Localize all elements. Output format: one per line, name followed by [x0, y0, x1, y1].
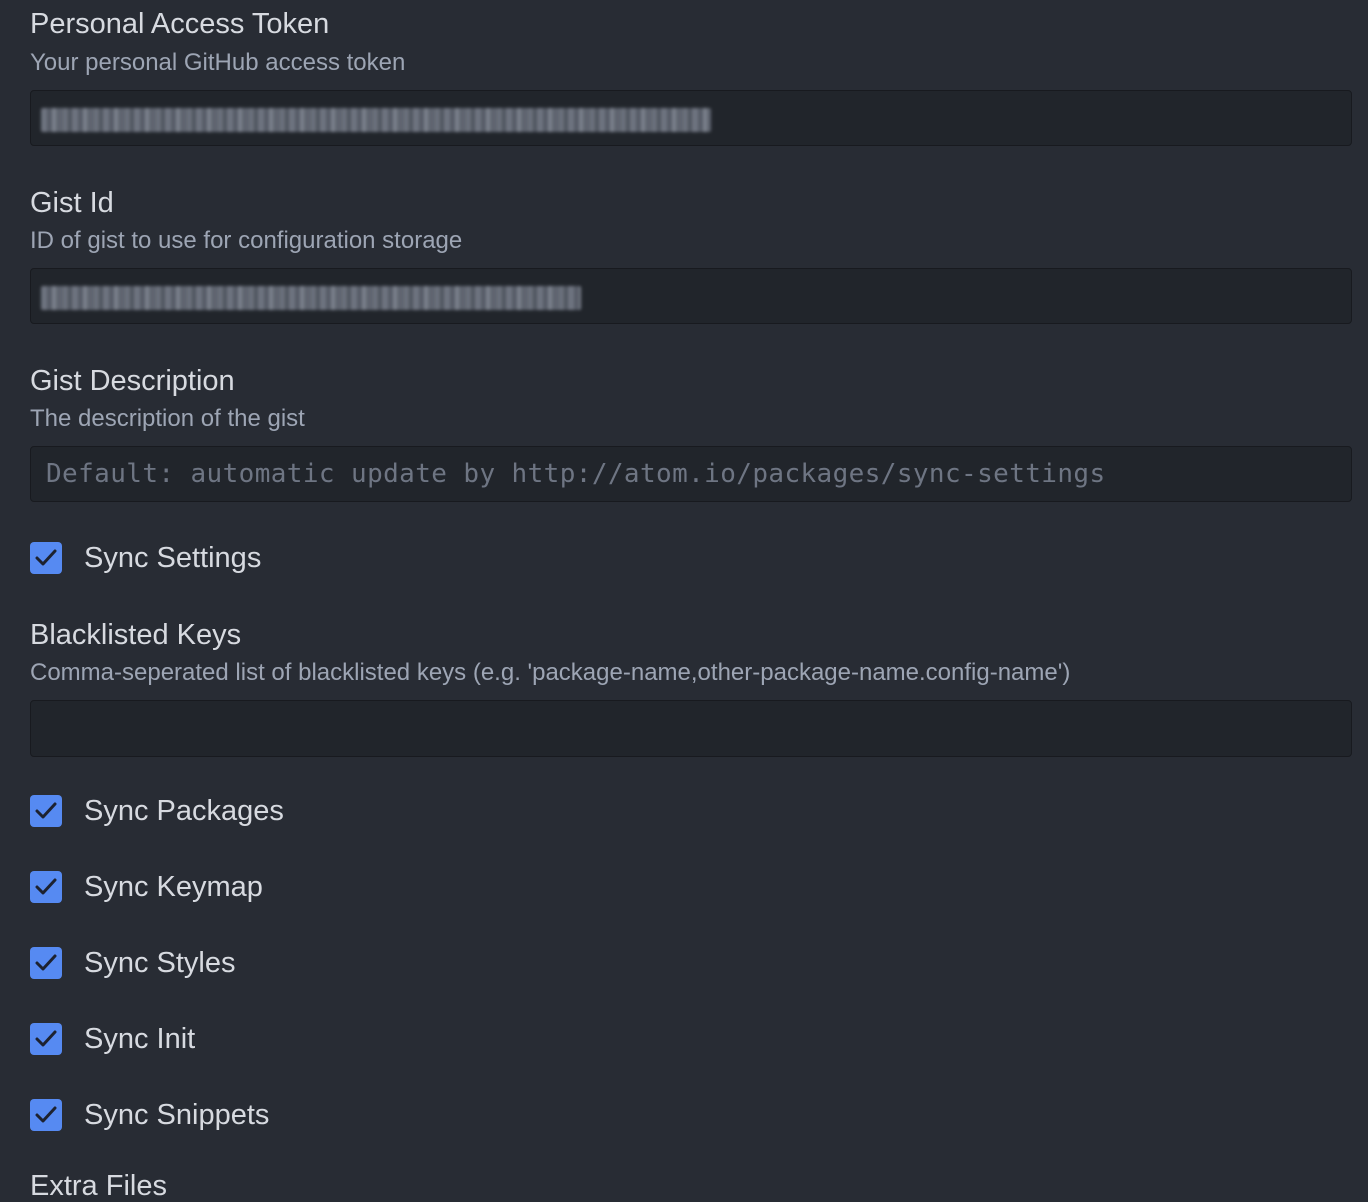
- sync-snippets-label: Sync Snippets: [84, 1098, 270, 1131]
- setting-personal-access-token: Personal Access Token: [30, 10, 329, 39]
- redacted-gist-id-value: [41, 286, 581, 310]
- personal-access-token-input[interactable]: [30, 90, 1352, 146]
- checkmark-icon: [35, 878, 57, 895]
- sync-init-label: Sync Init: [84, 1022, 196, 1055]
- sync-init-row[interactable]: Sync Init: [30, 1021, 195, 1057]
- sync-keymap-row[interactable]: Sync Keymap: [30, 869, 263, 905]
- setting-title: Gist Id: [30, 187, 114, 219]
- setting-description: Comma-seperated list of blacklisted keys…: [30, 659, 1071, 686]
- setting-title: Gist Description: [30, 365, 235, 397]
- setting-description: The description of the gist: [30, 405, 305, 432]
- setting-title: Extra Files: [30, 1170, 167, 1202]
- sync-init-checkbox[interactable]: [30, 1023, 62, 1055]
- sync-packages-row[interactable]: Sync Packages: [30, 793, 284, 829]
- settings-page: { "settings": { "personal_access_token":…: [0, 0, 1368, 1201]
- blacklisted-keys-input[interactable]: [30, 700, 1352, 757]
- sync-keymap-label: Sync Keymap: [84, 870, 263, 903]
- sync-styles-label: Sync Styles: [84, 946, 236, 979]
- sync-keymap-checkbox[interactable]: [30, 871, 62, 903]
- sync-settings-checkbox[interactable]: [30, 542, 62, 574]
- sync-snippets-row[interactable]: Sync Snippets: [30, 1097, 269, 1133]
- redacted-token-value: [41, 108, 711, 132]
- setting-description: ID of gist to use for configuration stor…: [30, 227, 463, 254]
- sync-styles-checkbox[interactable]: [30, 947, 62, 979]
- checkmark-icon: [35, 1106, 57, 1123]
- setting-description: Your personal GitHub access token: [30, 49, 406, 76]
- setting-title: Blacklisted Keys: [30, 619, 242, 651]
- sync-snippets-checkbox[interactable]: [30, 1099, 62, 1131]
- sync-settings-label: Sync Settings: [84, 541, 262, 574]
- sync-styles-row[interactable]: Sync Styles: [30, 945, 236, 981]
- checkmark-icon: [35, 802, 57, 819]
- sync-packages-checkbox[interactable]: [30, 795, 62, 827]
- gist-description-input[interactable]: Default: automatic update by http://atom…: [30, 446, 1352, 502]
- setting-title: Personal Access Token: [30, 8, 330, 40]
- sync-settings-row[interactable]: Sync Settings: [30, 540, 261, 576]
- sync-packages-label: Sync Packages: [84, 794, 284, 827]
- gist-id-input[interactable]: [30, 268, 1352, 324]
- checkmark-icon: [35, 1030, 57, 1047]
- gist-description-placeholder: Default: automatic update by http://atom…: [46, 459, 1106, 489]
- checkmark-icon: [35, 549, 57, 566]
- checkmark-icon: [35, 954, 57, 971]
